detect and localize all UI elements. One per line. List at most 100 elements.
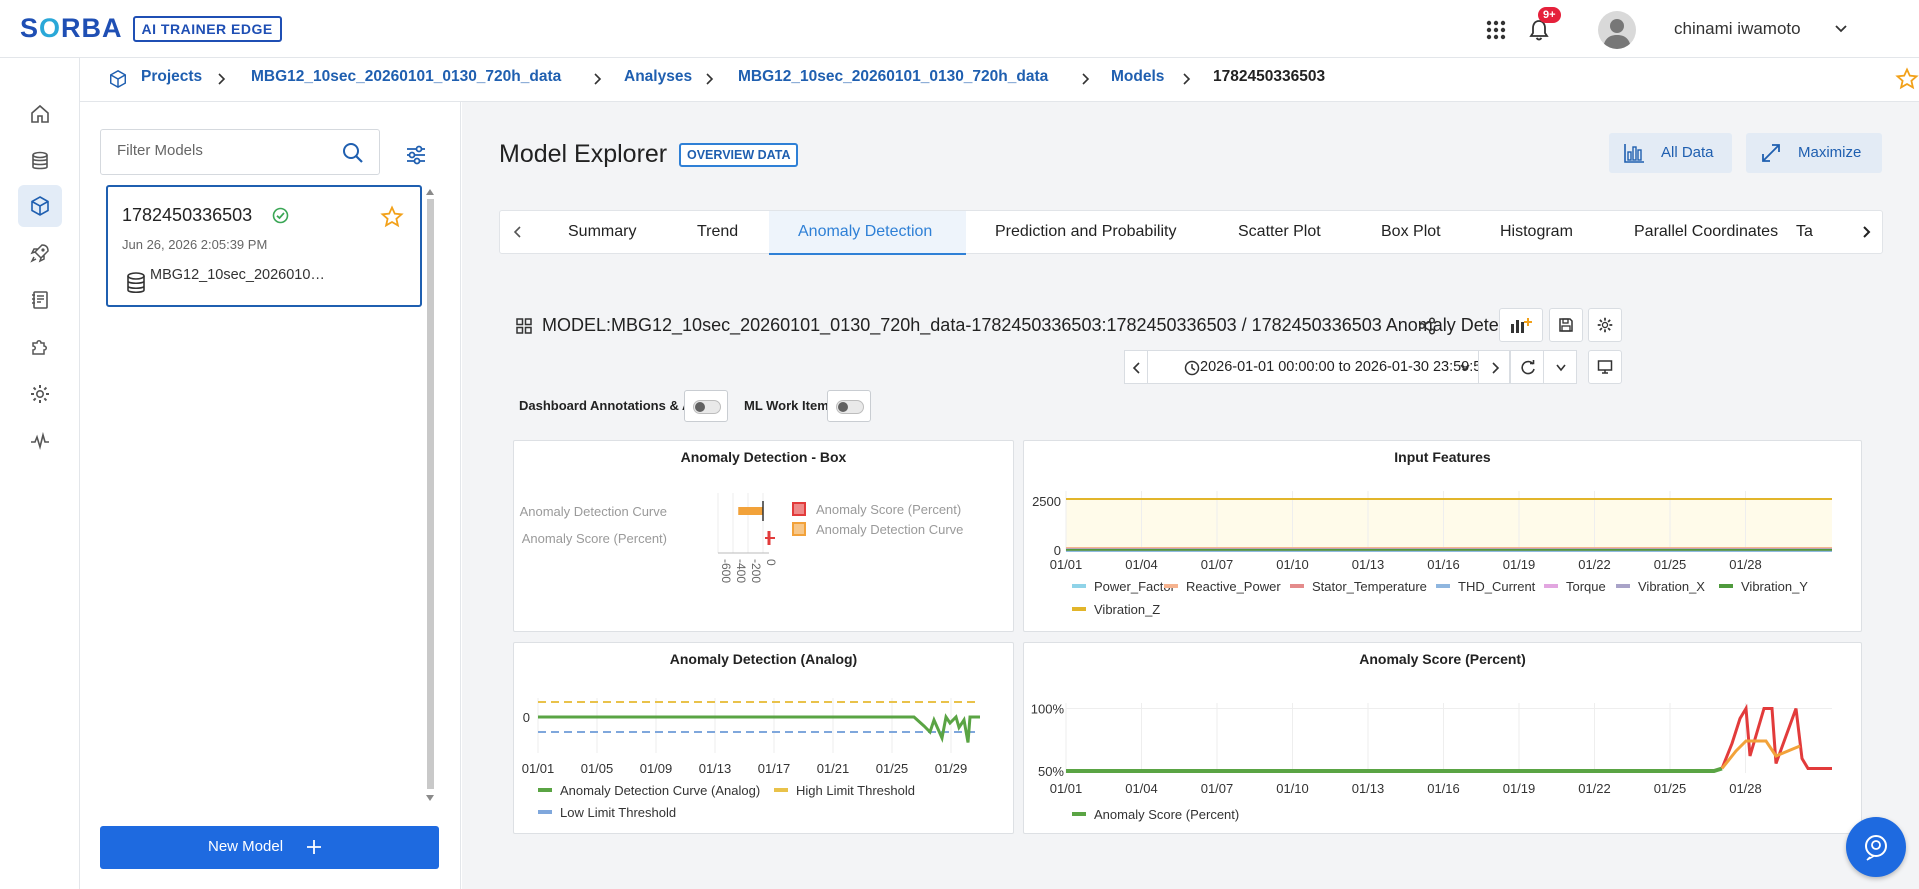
filter-models-input[interactable]: [117, 142, 337, 159]
time-prev-button[interactable]: [1124, 350, 1148, 384]
search-icon[interactable]: [341, 141, 365, 165]
scroll-thumb[interactable]: [427, 199, 434, 789]
apps-grid-icon[interactable]: [1486, 20, 1506, 40]
ml-work-items-toggle-label: ML Work Items: [744, 398, 836, 413]
y-tick-label: 50%: [1038, 764, 1064, 779]
x-tick-label: -400: [734, 559, 748, 583]
tab-label: Anomaly Detection: [798, 223, 933, 240]
save-button[interactable]: [1549, 308, 1583, 342]
all-data-button[interactable]: All Data: [1609, 133, 1732, 173]
scroll-up-icon[interactable]: [425, 187, 435, 197]
y-tick-label: 100%: [1031, 702, 1065, 717]
breadcrumb-projects[interactable]: Projects: [141, 68, 202, 86]
chevron-down-icon[interactable]: [1834, 22, 1848, 36]
refresh-interval-button[interactable]: [1543, 350, 1577, 384]
x-tick-label: -200: [749, 559, 763, 583]
tab-more[interactable]: Ta: [1796, 211, 1813, 255]
maximize-button[interactable]: Maximize: [1746, 133, 1882, 173]
x-tick-label: 01/04: [1125, 557, 1158, 572]
user-name[interactable]: chinami iwamoto: [1674, 19, 1801, 39]
breadcrumb-analysis[interactable]: MBG12_10sec_20260101_0130_720h_data: [738, 68, 1048, 86]
tab-label: Summary: [568, 223, 637, 240]
annotations-toggle[interactable]: [684, 390, 728, 422]
filter-box: [100, 129, 380, 175]
chevron-left-icon[interactable]: [512, 225, 524, 239]
nav-monitoring[interactable]: [18, 420, 62, 462]
panel-anomaly-analog: Anomaly Detection (Analog) 01/01 01/05 01/…: [513, 642, 1014, 834]
breadcrumb-project[interactable]: MBG12_10sec_20260101_0130_720h_data: [251, 68, 561, 86]
clock-icon: [1184, 360, 1200, 376]
breadcrumb-models[interactable]: Models: [1111, 68, 1164, 86]
toggle-track: [693, 400, 721, 414]
puzzle-icon: [32, 340, 47, 355]
x-tick-label: 01/22: [1578, 557, 1611, 572]
tab-anomaly-detection[interactable]: Anomaly Detection: [769, 211, 966, 255]
y-tick-label: 0: [1054, 543, 1061, 558]
x-tick-label: 01/16: [1427, 557, 1460, 572]
box-category-label: Anomaly Detection Curve: [520, 504, 667, 519]
nav-settings[interactable]: [18, 373, 62, 415]
chevron-left-icon: [1132, 362, 1140, 374]
x-tick-label: 01/28: [1729, 557, 1762, 572]
dashboard-title: MODEL:MBG12_10sec_20260101_0130_720h_dat…: [542, 315, 1537, 335]
x-tick-label: 01/19: [1503, 557, 1536, 572]
tab-parallel-coordinates[interactable]: Parallel Coordinates: [1634, 211, 1778, 255]
nav-home[interactable]: [18, 93, 62, 135]
breadcrumb: Projects MBG12_10sec_20260101_0130_720h_…: [80, 58, 1919, 102]
tab-label: Prediction and Probability: [995, 223, 1177, 240]
tab-scatter-plot[interactable]: Scatter Plot: [1238, 211, 1321, 255]
y-tick-label: 0: [523, 710, 530, 725]
ml-work-items-toggle[interactable]: [827, 390, 871, 422]
tab-trend[interactable]: Trend: [697, 211, 738, 255]
app-root: SORBA AI TRAINER EDGE 9+ chinami iwamoto: [0, 0, 1919, 889]
breadcrumb-analyses[interactable]: Analyses: [624, 68, 692, 86]
model-card[interactable]: 1782450336503 Jun 26, 2026 2:05:39 PM MB…: [106, 185, 422, 307]
avatar[interactable]: [1598, 11, 1636, 49]
nav-models[interactable]: [18, 185, 62, 227]
legend-label: Reactive_Power: [1186, 579, 1281, 594]
x-tick-label: 01/22: [1578, 781, 1611, 796]
cube-icon: [110, 69, 126, 89]
x-tick-label: 01/13: [1352, 781, 1385, 796]
time-next-button[interactable]: [1478, 350, 1510, 384]
new-model-button[interactable]: New Model: [100, 826, 439, 869]
x-tick-label: 01/01: [1050, 557, 1083, 572]
time-range-picker[interactable]: 2026-01-01 00:00:00 to 2026-01-30 23:59:…: [1147, 350, 1489, 384]
database-icon: [127, 272, 145, 294]
tab-prediction-probability[interactable]: Prediction and Probability: [995, 211, 1176, 255]
user-silhouette-icon: [1603, 19, 1631, 49]
tab-label: Parallel Coordinates: [1634, 223, 1779, 240]
legend-label: THD_Current: [1458, 579, 1536, 594]
plus-icon: [307, 840, 321, 854]
brand-logo[interactable]: SORBA AI TRAINER EDGE: [20, 13, 282, 44]
nav-deploy[interactable]: [18, 232, 62, 274]
star-icon[interactable]: [380, 205, 404, 229]
tab-label: Histogram: [1500, 223, 1573, 240]
tab-summary[interactable]: Summary: [568, 211, 636, 255]
tab-histogram[interactable]: Histogram: [1500, 211, 1573, 255]
dashboard-settings-button[interactable]: [1588, 308, 1622, 342]
home-icon: [31, 104, 49, 123]
nav-rail: [0, 58, 80, 889]
nav-plugins[interactable]: [18, 326, 62, 368]
help-chat-button[interactable]: [1846, 817, 1906, 877]
x-tick-label: 01/28: [1729, 781, 1762, 796]
tv-mode-button[interactable]: [1588, 350, 1622, 384]
filter-settings-icon[interactable]: [405, 144, 427, 166]
share-icon[interactable]: [1418, 317, 1436, 335]
chevron-right-icon[interactable]: [1860, 225, 1872, 239]
add-panel-button[interactable]: [1499, 308, 1543, 342]
nav-reports[interactable]: [18, 279, 62, 321]
scroll-down-icon[interactable]: [425, 793, 435, 803]
nav-data[interactable]: [18, 140, 62, 182]
refresh-button[interactable]: [1510, 350, 1544, 384]
notification-badge: 9+: [1538, 7, 1561, 23]
x-tick-label: 01/09: [640, 761, 673, 776]
tab-box-plot[interactable]: Box Plot: [1381, 211, 1441, 255]
x-tick-label: 01/13: [699, 761, 732, 776]
star-icon[interactable]: [1895, 67, 1919, 91]
models-sidebar: 1782450336503 Jun 26, 2026 2:05:39 PM MB…: [80, 102, 461, 889]
refresh-icon: [1521, 360, 1535, 375]
chevron-right-icon: [1183, 73, 1191, 85]
models-scrollbar[interactable]: [424, 185, 436, 805]
